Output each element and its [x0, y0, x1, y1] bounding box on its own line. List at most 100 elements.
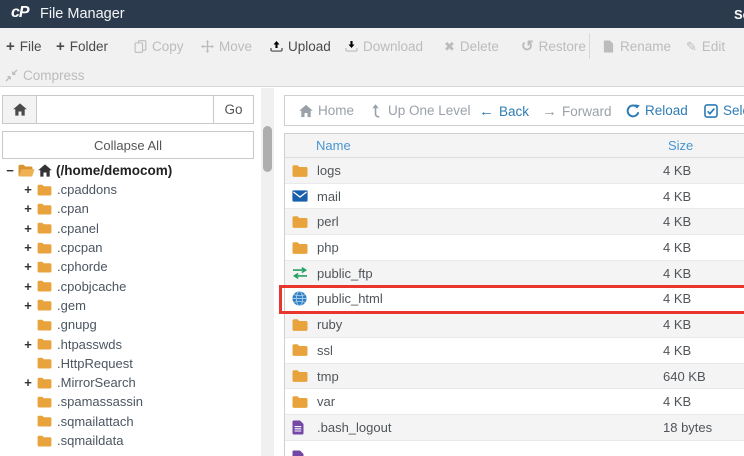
download-button[interactable]: Download	[344, 37, 423, 55]
tree-item[interactable]: .cpobjcache	[0, 276, 258, 295]
table-row[interactable]: var 4 KB	[285, 389, 744, 415]
collapse-toggle-icon[interactable]	[4, 163, 16, 178]
tree-item[interactable]: .sqmaildata	[0, 431, 258, 450]
go-button[interactable]: Go	[213, 96, 253, 123]
toolbar-label: Rename	[620, 38, 672, 54]
expand-toggle-icon[interactable]	[22, 240, 34, 255]
home-icon	[38, 164, 52, 177]
delete-button[interactable]: Delete	[444, 37, 499, 55]
expand-toggle-icon[interactable]	[22, 337, 34, 352]
tree-item[interactable]: .gnupg	[0, 315, 258, 334]
tree-item[interactable]: .cpaddons	[0, 180, 258, 199]
restore-button[interactable]: Restore	[521, 37, 586, 55]
expand-toggle-icon[interactable]	[22, 201, 34, 216]
rename-button[interactable]: Rename	[601, 37, 671, 55]
tree-item[interactable]: .MirrorSearch	[0, 373, 258, 392]
expand-toggle-icon[interactable]	[22, 182, 34, 197]
file-size: 4 KB	[663, 188, 692, 204]
file-name: logs	[317, 163, 341, 178]
table-row[interactable]: .bash_logout 18 bytes	[285, 414, 744, 441]
folder-icon	[37, 377, 52, 389]
delete-x-icon	[444, 40, 455, 53]
nav-back-button[interactable]: Back	[479, 103, 529, 120]
compress-button[interactable]: Compress	[4, 66, 85, 84]
nav-label: Home	[318, 103, 355, 118]
table-row[interactable]: public_ftp 4 KB	[285, 260, 744, 287]
cpanel-logo: cP	[11, 4, 30, 21]
tree-item[interactable]: .HttpRequest	[0, 354, 258, 373]
tree-item[interactable]: .cphorde	[0, 257, 258, 276]
tree-item-label: .HttpRequest	[57, 355, 133, 371]
table-row[interactable]: tmp 640 KB	[285, 363, 744, 390]
tree-root-home[interactable]: (/home/democom)	[0, 160, 258, 180]
column-header-size[interactable]: Size	[668, 138, 693, 153]
new-folder-button[interactable]: Folder	[56, 37, 108, 55]
plus-icon	[6, 39, 15, 54]
file-name: ssl	[317, 342, 333, 358]
expand-toggle-icon[interactable]	[22, 259, 34, 274]
nav-forward-button[interactable]: Forward	[542, 103, 612, 120]
header-bar: cP File Manager Settings	[0, 0, 744, 28]
nav-label: Forward	[562, 104, 612, 119]
expand-toggle-icon[interactable]	[22, 221, 34, 236]
folder-icon	[37, 280, 52, 292]
tree-item[interactable]: .spamassassin	[0, 392, 258, 411]
file-size: 640 KB	[663, 368, 706, 384]
toolbar-label: Restore	[538, 38, 586, 54]
nav-label: Back	[499, 104, 530, 119]
table-row-partial[interactable]	[285, 440, 744, 456]
table-row[interactable]: php 4 KB	[285, 235, 744, 261]
copy-button[interactable]: Copy	[133, 37, 184, 55]
table-row[interactable]: mail 4 KB	[285, 183, 744, 210]
tree-item-label: .cpan	[57, 201, 89, 217]
edit-button[interactable]: Edit	[686, 37, 725, 55]
nav-reload-button[interactable]: Reload	[626, 103, 688, 118]
file-size: 4 KB	[663, 317, 692, 333]
tree-scrollbar[interactable]	[261, 88, 274, 456]
pencil-icon	[686, 40, 697, 53]
up-one-level-icon	[369, 104, 383, 118]
download-icon	[344, 39, 358, 53]
home-icon	[13, 103, 27, 116]
new-file-button[interactable]: File	[6, 37, 42, 55]
page-title: File Manager	[40, 6, 125, 22]
directory-tree: (/home/democom) .cpaddons .cpan .cpanel …	[0, 160, 258, 450]
file-size: 4 KB	[663, 163, 692, 178]
table-row[interactable]: logs 4 KB	[285, 158, 744, 184]
table-row[interactable]: ruby 4 KB	[285, 312, 744, 338]
home-path-button[interactable]	[3, 96, 37, 123]
path-input[interactable]	[37, 96, 213, 123]
header-settings-link[interactable]: Settings	[734, 7, 744, 22]
tree-item[interactable]: .gem	[0, 296, 258, 315]
scrollbar-thumb[interactable]	[263, 126, 272, 172]
collapse-all-button[interactable]: Collapse All	[2, 131, 254, 159]
expand-toggle-icon[interactable]	[22, 375, 34, 390]
folder-icon	[292, 343, 309, 358]
tree-item[interactable]: .cpanel	[0, 219, 258, 238]
file-size: 4 KB	[663, 240, 692, 256]
column-header-name[interactable]: Name	[316, 138, 351, 153]
nav-home-button[interactable]: Home	[299, 103, 354, 118]
folder-icon	[292, 163, 309, 178]
file-manager-window: cP File Manager Settings File Folder Cop…	[0, 0, 744, 456]
table-row[interactable]: perl 4 KB	[285, 209, 744, 236]
upload-button[interactable]: Upload	[269, 37, 331, 55]
table-row-public-html[interactable]: public_html 4 KB	[285, 286, 744, 313]
tree-item[interactable]: .cpan	[0, 199, 258, 218]
tree-item[interactable]: .cpcpan	[0, 238, 258, 257]
tree-item-label: .sqmaildata	[57, 433, 124, 448]
expand-toggle-icon[interactable]	[22, 298, 34, 313]
file-size: 4 KB	[663, 214, 692, 230]
file-size: 4 KB	[663, 394, 692, 410]
move-button[interactable]: Move	[200, 37, 252, 55]
nav-select-all-button[interactable]: Select All	[704, 103, 744, 118]
table-row[interactable]: ssl 4 KB	[285, 337, 744, 364]
tree-item[interactable]: .htpasswds	[0, 334, 258, 353]
expand-toggle-icon[interactable]	[22, 279, 34, 294]
tree-item-label: .cpaddons	[57, 182, 117, 198]
tree-item-label: .cpcpan	[57, 240, 103, 256]
back-arrow-icon	[479, 103, 494, 120]
nav-up-one-level-button[interactable]: Up One Level	[369, 103, 471, 118]
folder-icon	[37, 222, 52, 234]
tree-item[interactable]: .sqmailattach	[0, 412, 258, 431]
